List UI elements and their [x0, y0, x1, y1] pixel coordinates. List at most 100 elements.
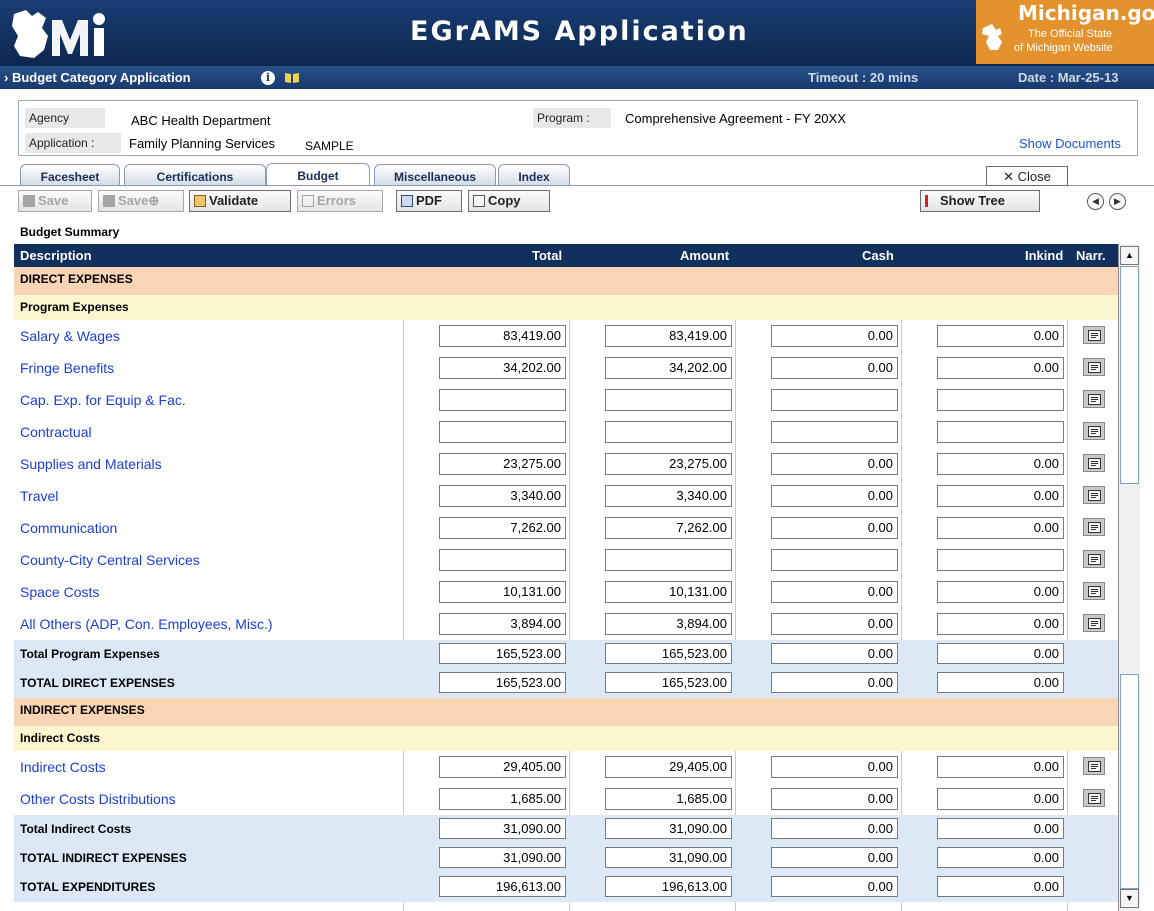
save-plus-button[interactable]: Save⊕ — [98, 190, 184, 212]
narrative-icon[interactable] — [1083, 518, 1105, 536]
amount-field-amount[interactable]: 1,685.00 — [605, 788, 732, 810]
close-button[interactable]: ✕ Close — [986, 166, 1068, 186]
amount-field-total[interactable]: 83,419.00 — [439, 325, 566, 347]
amount-field-inkind[interactable] — [937, 389, 1064, 411]
amount-field-amount[interactable]: 3,340.00 — [605, 485, 732, 507]
amount-field-amount[interactable] — [605, 389, 732, 411]
line-item-link[interactable]: Contractual — [20, 424, 92, 440]
amount-field-amount[interactable]: 29,405.00 — [605, 756, 732, 778]
amount-field-total[interactable]: 3,340.00 — [439, 485, 566, 507]
amount-field-cash[interactable] — [771, 421, 898, 443]
line-item-link[interactable]: County-City Central Services — [20, 552, 200, 568]
line-item-link[interactable]: Other Costs Distributions — [20, 791, 176, 807]
narrative-icon[interactable] — [1083, 358, 1105, 376]
book-icon[interactable] — [284, 72, 300, 84]
amount-field-cash[interactable]: 0.00 — [771, 485, 898, 507]
michigan-gov-link[interactable]: Michigan.gov The Official State of Michi… — [976, 0, 1154, 64]
line-item-link[interactable]: Cap. Exp. for Equip & Fac. — [20, 392, 186, 408]
line-item-link[interactable]: Travel — [20, 488, 58, 504]
narrative-icon[interactable] — [1083, 582, 1105, 600]
save-button[interactable]: Save — [18, 190, 92, 212]
amount-field-amount[interactable]: 10,131.00 — [605, 581, 732, 603]
tab-miscellaneous[interactable]: Miscellaneous — [374, 164, 496, 186]
line-item-link[interactable]: Communication — [20, 520, 117, 536]
amount-field-inkind[interactable]: 0.00 — [937, 517, 1064, 539]
scroll-down-icon[interactable]: ▼ — [1120, 889, 1139, 908]
amount-field-total[interactable]: 29,405.00 — [439, 756, 566, 778]
amount-field-total[interactable]: 34,202.00 — [439, 357, 566, 379]
line-item-link[interactable]: All Others (ADP, Con. Employees, Misc.) — [20, 616, 273, 632]
errors-button[interactable]: Errors — [297, 190, 383, 212]
show-tree-button[interactable]: Show Tree — [920, 190, 1040, 212]
line-item-link[interactable]: Indirect Costs — [20, 759, 106, 775]
amount-field-inkind[interactable]: 0.00 — [937, 756, 1064, 778]
amount-field-cash[interactable]: 0.00 — [771, 788, 898, 810]
validate-button[interactable]: Validate — [189, 190, 291, 212]
amount-field-inkind[interactable]: 0.00 — [937, 581, 1064, 603]
amount-field-amount[interactable]: 7,262.00 — [605, 517, 732, 539]
copy-icon — [473, 195, 485, 207]
amount-field-inkind[interactable]: 0.00 — [937, 485, 1064, 507]
line-item-link[interactable]: Fringe Benefits — [20, 360, 114, 376]
narrative-icon[interactable] — [1083, 614, 1105, 632]
line-item-link[interactable]: Salary & Wages — [20, 328, 120, 344]
pdf-button[interactable]: PDF — [396, 190, 462, 212]
tab-certifications[interactable]: Certifications — [124, 164, 266, 186]
table-row: Supplies and Materials 23,275.00 23,275.00… — [14, 448, 1118, 480]
amount-field-cash[interactable] — [771, 549, 898, 571]
amount-field-cash[interactable]: 0.00 — [771, 453, 898, 475]
amount-field-amount[interactable]: 34,202.00 — [605, 357, 732, 379]
next-icon[interactable]: ▶ — [1109, 193, 1126, 210]
amount-field-amount[interactable]: 83,419.00 — [605, 325, 732, 347]
line-item-link[interactable]: Space Costs — [20, 584, 99, 600]
copy-button[interactable]: Copy — [468, 190, 550, 212]
tab-facesheet[interactable]: Facesheet — [20, 164, 120, 186]
narrative-icon[interactable] — [1083, 390, 1105, 408]
amount-field-amount[interactable] — [605, 549, 732, 571]
narrative-icon[interactable] — [1083, 326, 1105, 344]
narrative-icon[interactable] — [1083, 486, 1105, 504]
amount-field-cash[interactable]: 0.00 — [771, 517, 898, 539]
amount-field-total[interactable] — [439, 389, 566, 411]
amount-field-amount[interactable]: 23,275.00 — [605, 453, 732, 475]
amount-field-total[interactable]: 7,262.00 — [439, 517, 566, 539]
narrative-icon[interactable] — [1083, 789, 1105, 807]
amount-field-cash[interactable]: 0.00 — [771, 581, 898, 603]
amount-field-total[interactable]: 10,131.00 — [439, 581, 566, 603]
scroll-thumb[interactable] — [1120, 266, 1139, 484]
amount-field-cash[interactable]: 0.00 — [771, 756, 898, 778]
show-documents-link[interactable]: Show Documents — [1019, 136, 1121, 151]
amount-field-total[interactable] — [439, 549, 566, 571]
amount-field-inkind[interactable]: 0.00 — [937, 613, 1064, 635]
prev-icon[interactable]: ◀ — [1087, 193, 1104, 210]
amount-field-amount[interactable] — [605, 421, 732, 443]
amount-field-inkind[interactable] — [937, 549, 1064, 571]
info-icon[interactable]: i — [261, 71, 275, 85]
tab-index[interactable]: Index — [498, 164, 570, 186]
grid-scrollbar[interactable]: ▲ ▼ — [1118, 244, 1140, 911]
amount-field-inkind[interactable] — [937, 421, 1064, 443]
amount-field-cash[interactable] — [771, 389, 898, 411]
amount-field-inkind[interactable]: 0.00 — [937, 788, 1064, 810]
amount-field-inkind[interactable]: 0.00 — [937, 357, 1064, 379]
narrative-icon[interactable] — [1083, 422, 1105, 440]
narrative-icon[interactable] — [1083, 454, 1105, 472]
grid-header: Description Total Amount Cash Inkind Nar… — [14, 244, 1118, 267]
line-item-link[interactable]: Supplies and Materials — [20, 456, 162, 472]
amount-field-inkind[interactable]: 0.00 — [937, 453, 1064, 475]
amount-field-cash[interactable]: 0.00 — [771, 357, 898, 379]
errors-icon — [302, 195, 314, 207]
amount-field-total[interactable]: 23,275.00 — [439, 453, 566, 475]
tab-budget[interactable]: Budget — [266, 163, 370, 186]
amount-field-total[interactable]: 3,894.00 — [439, 613, 566, 635]
amount-field-total[interactable] — [439, 421, 566, 443]
narrative-icon[interactable] — [1083, 757, 1105, 775]
amount-field-cash[interactable]: 0.00 — [771, 613, 898, 635]
scroll-up-icon[interactable]: ▲ — [1120, 246, 1139, 265]
amount-field-amount[interactable]: 3,894.00 — [605, 613, 732, 635]
agency-value: ABC Health Department — [131, 113, 271, 128]
amount-field-cash[interactable]: 0.00 — [771, 325, 898, 347]
amount-field-inkind[interactable]: 0.00 — [937, 325, 1064, 347]
amount-field-total[interactable]: 1,685.00 — [439, 788, 566, 810]
narrative-icon[interactable] — [1083, 550, 1105, 568]
